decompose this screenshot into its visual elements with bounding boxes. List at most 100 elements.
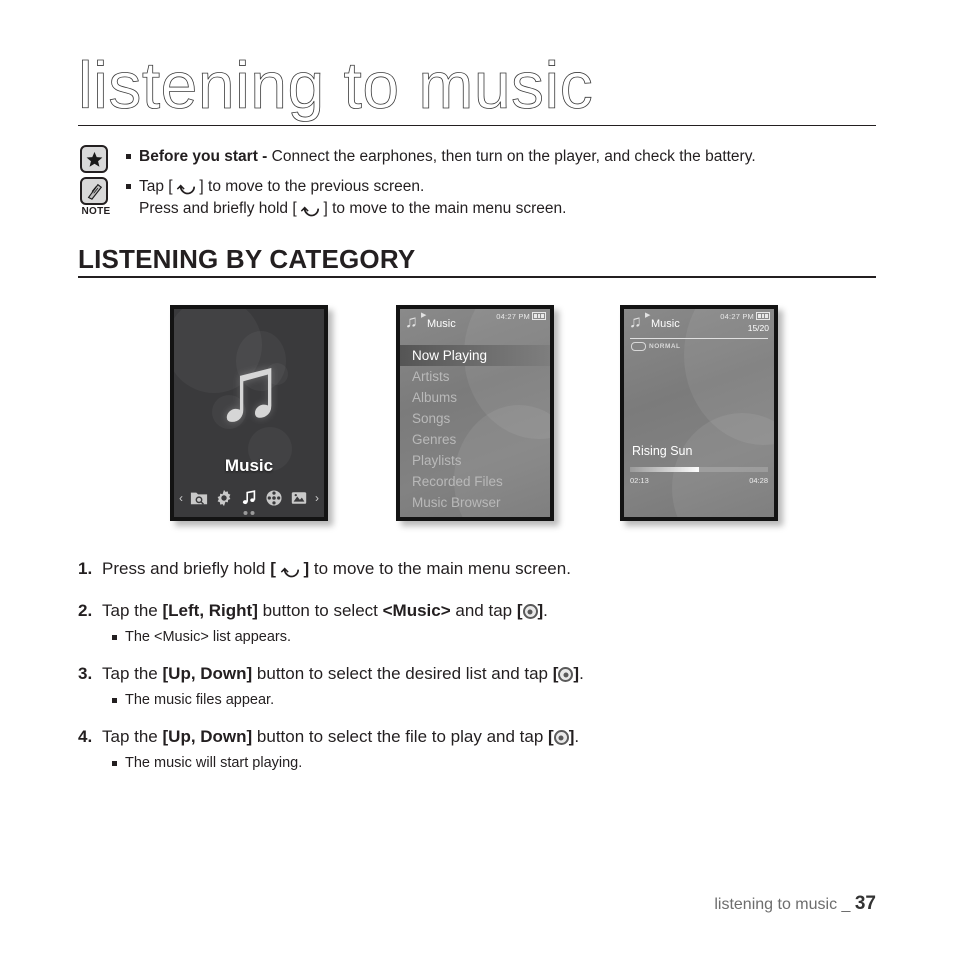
- total-time: 04:28: [749, 476, 768, 485]
- menu-item-recorded-files[interactable]: Recorded Files: [400, 471, 550, 492]
- step-text-fragment: Tap the: [102, 727, 163, 746]
- title-divider: [78, 125, 876, 126]
- step-sub-text: The <Music> list appears.: [125, 629, 292, 645]
- device-frame-2: ♫ ▶ Music 04:27 PM Now Playing Artists A…: [396, 305, 554, 521]
- page-title: listening to music: [78, 48, 594, 122]
- battery-icon: [756, 312, 770, 320]
- elapsed-time: 02:13: [630, 476, 649, 485]
- video-reel-icon[interactable]: [265, 489, 283, 507]
- status-time-3: 04:27 PM: [720, 312, 754, 321]
- step-text: Press and briefly hold [ ⤻ ] to move to …: [102, 556, 571, 582]
- device-frame-1: ♫ Music ‹ ›: [170, 305, 328, 521]
- equalizer-visualizer: [632, 369, 766, 433]
- repeat-mode-label: NORMAL: [649, 343, 681, 350]
- before-you-start-label: Before you start -: [139, 148, 272, 165]
- step-text-fragment: and tap: [450, 601, 517, 620]
- chevron-left-icon[interactable]: ‹: [179, 491, 183, 505]
- step-text-fragment: button to select the file to play and ta…: [252, 727, 549, 746]
- step-row: 2. Tap the [Left, Right] button to select…: [78, 598, 878, 624]
- square-bullet-icon: [112, 698, 117, 703]
- menu-item-playlists[interactable]: Playlists: [400, 450, 550, 471]
- step-text: Tap the [Up, Down] button to select the …: [102, 724, 579, 750]
- picture-icon[interactable]: [290, 489, 308, 507]
- playback-progress-bar[interactable]: [630, 467, 768, 472]
- step-text-fragment: button to select the desired list and ta…: [252, 664, 553, 683]
- step-text-fragment: Tap the: [102, 601, 163, 620]
- music-note-status-icon: ♫: [629, 312, 642, 331]
- square-bullet-icon: [112, 635, 117, 640]
- page-footer: listening to music _ 37: [714, 893, 876, 915]
- device-screenshot-2: ♫ ▶ Music 04:27 PM Now Playing Artists A…: [396, 305, 554, 521]
- select-button-icon: [553, 730, 569, 745]
- music-note-icon: ♫: [214, 338, 284, 440]
- square-bullet-icon: [126, 184, 131, 189]
- main-menu-icon-bar: ‹ ›: [174, 485, 324, 511]
- chevron-right-icon[interactable]: ›: [315, 491, 319, 505]
- repeat-mode-indicator: NORMAL: [631, 342, 681, 351]
- note-text-block: Before you start - Connect the earphones…: [126, 146, 886, 228]
- section-divider: [78, 276, 876, 278]
- return-arrow-icon: ⤻: [176, 179, 196, 198]
- device-screenshot-row: ♫ Music ‹ › ♫ ▶ Music 04:27 PM Now Playi…: [0, 300, 954, 535]
- menu-item-songs[interactable]: Songs: [400, 408, 550, 429]
- return-arrow-icon: ⤻: [300, 201, 320, 220]
- step-row: 1. Press and briefly hold [ ⤻ ] to move t…: [78, 556, 878, 582]
- step-number: 4.: [78, 727, 93, 746]
- page-title-area: listening to music: [78, 52, 878, 122]
- step-text-fragment: to move to the main menu screen.: [309, 559, 571, 578]
- select-button-icon: [522, 604, 538, 619]
- note-line-tap-return: Tap [ ⤻ ] to move to the previous screen…: [126, 176, 886, 220]
- note-line-2-text: Tap [ ⤻ ] to move to the previous screen…: [139, 176, 566, 220]
- music-note-status-icon: ♫: [405, 312, 418, 331]
- menu-item-artists[interactable]: Artists: [400, 366, 550, 387]
- device-frame-3: ♫ ▶ Music 04:27 PM 15/20 NORMAL Rising S…: [620, 305, 778, 521]
- select-button-icon: [558, 667, 574, 682]
- instruction-steps: 1. Press and briefly hold [ ⤻ ] to move t…: [78, 556, 878, 787]
- menu-item-now-playing[interactable]: Now Playing: [400, 345, 550, 366]
- file-browser-icon[interactable]: [190, 489, 208, 507]
- menu-item-albums[interactable]: Albums: [400, 387, 550, 408]
- step-text-fragment: [Left, Right]: [162, 601, 258, 620]
- category-menu-list[interactable]: Now Playing Artists Albums Songs Genres …: [400, 345, 550, 513]
- header-divider: [630, 338, 768, 339]
- star-icon: [80, 145, 108, 173]
- note-label: NOTE: [81, 206, 111, 217]
- tap-post-text: ] to move to the previous screen.: [195, 178, 425, 195]
- page-number: 37: [854, 893, 876, 914]
- manual-page: listening to music NOTE Before you start…: [0, 0, 954, 954]
- return-arrow-icon: ⤻: [280, 562, 299, 581]
- footer-chapter-label: listening to music _: [714, 896, 851, 913]
- step-text-fragment: Tap the: [102, 664, 163, 683]
- menu-item-music-browser[interactable]: Music Browser: [400, 492, 550, 513]
- menu-item-genres[interactable]: Genres: [400, 429, 550, 450]
- step-number: 2.: [78, 601, 93, 620]
- step-text-fragment: [: [270, 559, 281, 578]
- step-row: 4. Tap the [Up, Down] button to select th…: [78, 724, 878, 750]
- splash-label: Music: [224, 456, 274, 475]
- section-heading: LISTENING BY CATEGORY: [78, 244, 416, 274]
- step-sub-row: The music files appear.: [112, 690, 878, 710]
- music-icon[interactable]: [240, 489, 258, 507]
- note-icon-column: NOTE: [80, 145, 120, 230]
- before-you-start-rest: Connect the earphones, then turn on the …: [271, 148, 756, 165]
- settings-gear-icon[interactable]: [215, 489, 233, 507]
- step-sub-row: The <Music> list appears.: [112, 627, 878, 647]
- battery-icon: [532, 312, 546, 320]
- step-text-fragment: ]: [298, 559, 310, 578]
- step-number: 1.: [78, 559, 93, 578]
- playback-times: 02:13 04:28: [630, 476, 768, 485]
- step-text-fragment: [: [548, 727, 554, 746]
- step-text-fragment: .: [574, 727, 580, 746]
- status-bar-2: ♫ ▶ Music 04:27 PM: [400, 309, 550, 335]
- step-text-fragment: [Up, Down]: [162, 727, 253, 746]
- hold-post-text: ] to move to the main menu screen.: [319, 200, 567, 217]
- page-dots: [243, 511, 255, 515]
- track-counter: 15/20: [747, 323, 769, 333]
- now-playing-song-title: Rising Sun: [632, 444, 693, 458]
- device-screenshot-1: ♫ Music ‹ ›: [170, 305, 328, 521]
- step-text-fragment: Press and briefly hold: [102, 559, 271, 578]
- progress-fill: [630, 467, 699, 472]
- hold-pre-text: Press and briefly hold [: [139, 200, 301, 217]
- device-screenshot-3: ♫ ▶ Music 04:27 PM 15/20 NORMAL Rising S…: [620, 305, 778, 521]
- step-text-fragment: button to select: [257, 601, 383, 620]
